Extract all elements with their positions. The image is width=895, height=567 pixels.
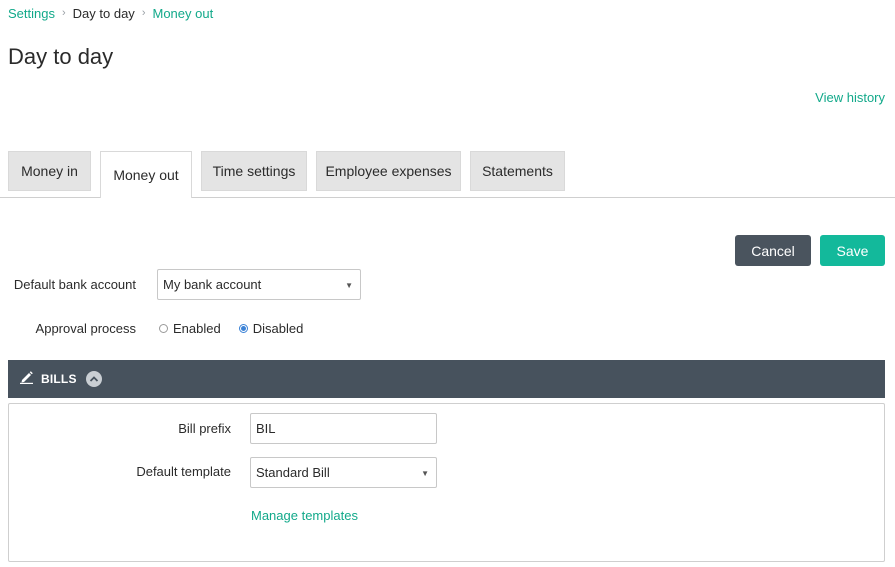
caret-down-icon: ▼: [345, 280, 353, 290]
approval-disabled-label: Disabled: [252, 321, 304, 336]
chevron-right-icon: ›: [61, 7, 66, 19]
tab-money-in[interactable]: Money in: [8, 151, 91, 191]
breadcrumb-day-to-day: Day to day: [72, 5, 135, 21]
default-bank-account-value: My bank account: [163, 277, 262, 292]
breadcrumb-money-out[interactable]: Money out: [152, 6, 213, 21]
breadcrumb: Settings › Day to day › Money out: [8, 5, 213, 21]
bill-prefix-input[interactable]: BIL: [250, 413, 437, 444]
bill-prefix-label: Bill prefix: [178, 421, 231, 436]
caret-down-icon: ▼: [421, 468, 429, 478]
tab-statements[interactable]: Statements: [470, 151, 565, 191]
approval-disabled-radio[interactable]: Disabled: [238, 321, 304, 336]
approval-process-radios: Enabled Disabled: [159, 321, 321, 336]
tab-money-out[interactable]: Money out: [100, 151, 192, 198]
save-button[interactable]: Save: [820, 235, 885, 266]
bills-section-title: BILLS: [41, 372, 77, 386]
approval-enabled-radio[interactable]: Enabled: [159, 321, 221, 336]
default-bank-account-select[interactable]: My bank account ▼: [157, 269, 361, 300]
view-history-link[interactable]: View history: [815, 90, 885, 105]
page-title: Day to day: [8, 44, 114, 69]
radio-unchecked-icon: [159, 324, 168, 333]
chevron-right-icon: ›: [141, 7, 146, 19]
pencil-edit-icon: [19, 370, 35, 389]
cancel-button[interactable]: Cancel: [735, 235, 811, 266]
chevron-up-icon[interactable]: [85, 371, 102, 387]
radio-checked-icon: [238, 324, 248, 333]
default-template-label: Default template: [136, 464, 231, 479]
bills-section-header: BILLS: [8, 360, 885, 398]
default-template-select[interactable]: Standard Bill ▼: [250, 457, 437, 488]
bill-prefix-value: BIL: [256, 421, 276, 436]
breadcrumb-settings[interactable]: Settings: [8, 6, 55, 21]
tab-time-settings[interactable]: Time settings: [201, 151, 307, 191]
settings-tabs: Money in Money out Time settings Employe…: [8, 151, 574, 198]
approval-enabled-label: Enabled: [173, 321, 221, 336]
manage-templates-link[interactable]: Manage templates: [251, 508, 358, 523]
default-bank-account-label: Default bank account: [13, 277, 136, 292]
default-template-value: Standard Bill: [256, 465, 330, 480]
tab-employee-expenses[interactable]: Employee expenses: [316, 151, 461, 191]
approval-process-label: Approval process: [35, 321, 136, 336]
